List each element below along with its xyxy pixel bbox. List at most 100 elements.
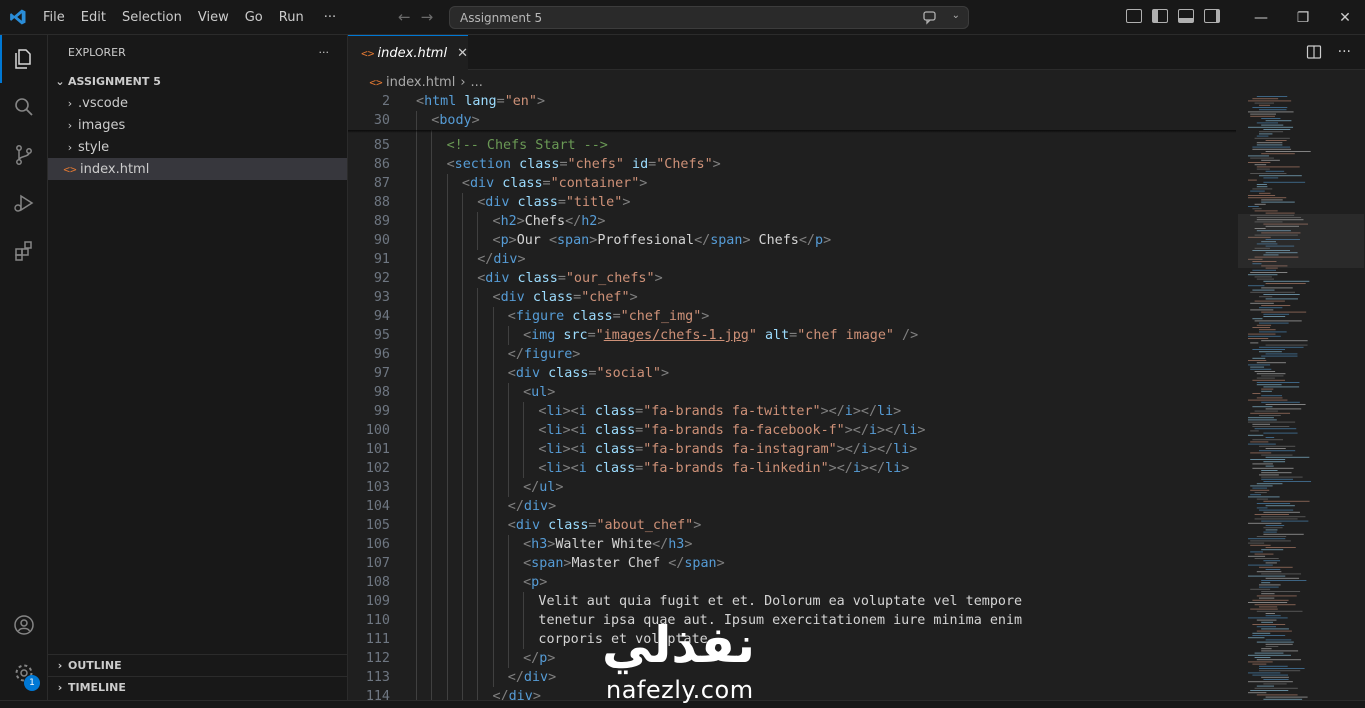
- code-line[interactable]: 30 <body>: [348, 111, 1236, 130]
- code-line[interactable]: 108 <p>: [348, 573, 1236, 592]
- menu-view[interactable]: View: [190, 0, 237, 35]
- tree-item-style[interactable]: › style: [48, 136, 347, 158]
- menu-more[interactable]: ···: [316, 0, 344, 35]
- indent-guide: [431, 611, 433, 630]
- tree-item-index-html[interactable]: <> index.html: [48, 158, 347, 180]
- minimap-line: [1250, 452, 1272, 454]
- code-line[interactable]: 96 </figure>: [348, 345, 1236, 364]
- code-line[interactable]: 90 <p>Our <span>Proffesional</span> Chefs…: [348, 231, 1236, 250]
- code-line[interactable]: 111 corporis et voluptate.: [348, 630, 1236, 649]
- minimap-line: [1252, 379, 1286, 381]
- minimap-line: [1259, 131, 1284, 133]
- extensions-icon[interactable]: [0, 227, 48, 275]
- timeline-section[interactable]: › TIMELINE: [48, 676, 348, 698]
- code-line[interactable]: 110 tenetur ipsa quae aut. Ipsum exercita…: [348, 611, 1236, 630]
- close-tab-icon[interactable]: ✕: [457, 46, 468, 61]
- code-line[interactable]: 97 <div class="social">: [348, 364, 1236, 383]
- menu-file[interactable]: File: [35, 0, 73, 35]
- indent-guide: [431, 193, 433, 212]
- code-line[interactable]: 101 <li><i class="fa-brands fa-instagram"…: [348, 440, 1236, 459]
- breadcrumb-rest[interactable]: ...: [471, 75, 483, 90]
- search-icon[interactable]: [0, 83, 48, 131]
- code-line[interactable]: 99 <li><i class="fa-brands fa-twitter"></…: [348, 402, 1236, 421]
- minimap-slider[interactable]: [1238, 214, 1364, 268]
- back-arrow-icon[interactable]: ←: [398, 8, 411, 26]
- code-line[interactable]: 98 <ul>: [348, 383, 1236, 402]
- minimap-line: [1259, 450, 1296, 452]
- tree-item-vscode[interactable]: › .vscode: [48, 92, 347, 114]
- minimap-line: [1265, 562, 1277, 564]
- code-editor[interactable]: 8485<!-- Chefs Start -->86<section class…: [348, 92, 1236, 708]
- more-actions-icon[interactable]: ···: [1338, 44, 1351, 64]
- copilot-chat-icon[interactable]: [922, 9, 938, 28]
- menu-edit[interactable]: Edit: [73, 0, 114, 35]
- indent-guide: [431, 573, 433, 592]
- tab-index-html[interactable]: <> index.html ✕: [348, 35, 468, 70]
- forward-arrow-icon[interactable]: →: [421, 8, 434, 26]
- accounts-icon[interactable]: [0, 601, 48, 649]
- indent-guide: [446, 478, 448, 497]
- code-line[interactable]: 95 <img src="images/chefs-1.jpg" alt="che…: [348, 326, 1236, 345]
- indent-guide: [446, 497, 448, 516]
- customize-layout-icon[interactable]: [1126, 9, 1142, 23]
- code-line[interactable]: 87 <div class="container">: [348, 174, 1236, 193]
- code-line[interactable]: 102 <li><i class="fa-brands fa-linkedin">…: [348, 459, 1236, 478]
- close-window-icon[interactable]: ✕: [1324, 0, 1365, 35]
- breadcrumb-file[interactable]: index.html: [386, 75, 455, 90]
- minimize-icon[interactable]: —: [1240, 0, 1282, 35]
- settings-gear-icon[interactable]: 1: [0, 649, 48, 697]
- code-line[interactable]: 91 </div>: [348, 250, 1236, 269]
- minimap-line: [1265, 283, 1306, 284]
- tree-item-images[interactable]: › images: [48, 114, 347, 136]
- split-editor-icon[interactable]: [1306, 44, 1322, 64]
- minimap-line: [1259, 322, 1289, 324]
- minimap-line: [1265, 151, 1311, 152]
- minimap-line: [1256, 184, 1267, 185]
- command-center-search[interactable]: Assignment 5 ⌄: [449, 6, 969, 29]
- code-line[interactable]: 100 <li><i class="fa-brands fa-facebook-f…: [348, 421, 1236, 440]
- code-line[interactable]: 85 <!-- Chefs Start -->: [348, 136, 1236, 155]
- outline-section[interactable]: › OUTLINE: [48, 654, 348, 676]
- code-line[interactable]: 112 </p>: [348, 649, 1236, 668]
- source-control-icon[interactable]: [0, 131, 48, 179]
- explorer-icon[interactable]: [0, 35, 48, 83]
- minimap-line: [1263, 294, 1300, 295]
- indent-guide: [507, 611, 509, 630]
- code-line[interactable]: 89 <h2>Chefs</h2>: [348, 212, 1236, 231]
- toggle-panel-icon[interactable]: [1178, 9, 1194, 23]
- minimap[interactable]: [1236, 92, 1365, 708]
- code-line[interactable]: 93 <div class="chef">: [348, 288, 1236, 307]
- toggle-primary-sidebar-icon[interactable]: [1152, 9, 1168, 23]
- code-line[interactable]: 113 </div>: [348, 668, 1236, 687]
- code-line[interactable]: 86 <section class="chefs" id="Chefs">: [348, 155, 1236, 174]
- code-line[interactable]: 103 </ul>: [348, 478, 1236, 497]
- window-controls: — ❐ ✕: [1240, 0, 1365, 35]
- code-line[interactable]: 104 </div>: [348, 497, 1236, 516]
- run-debug-icon[interactable]: [0, 179, 48, 227]
- menu-run[interactable]: Run: [271, 0, 312, 35]
- indent-guide: [507, 459, 509, 478]
- code-line[interactable]: 94 <figure class="chef_img">: [348, 307, 1236, 326]
- chevron-down-icon[interactable]: ⌄: [952, 10, 960, 21]
- watermark-arabic: نفذلي: [602, 616, 756, 674]
- code-line[interactable]: 106 <h3>Walter White</h3>: [348, 535, 1236, 554]
- explorer-more-icon[interactable]: ···: [319, 46, 330, 59]
- code-line[interactable]: 109 Velit aut quia fugit et et. Dolorum e…: [348, 592, 1236, 611]
- code-line[interactable]: 107 <span>Master Chef </span>: [348, 554, 1236, 573]
- folder-root[interactable]: ⌄ ASSIGNMENT 5: [48, 70, 347, 92]
- menu-go[interactable]: Go: [237, 0, 271, 35]
- indent-guide: [431, 212, 433, 231]
- minimap-line: [1252, 148, 1292, 150]
- restore-icon[interactable]: ❐: [1282, 0, 1324, 35]
- toggle-secondary-sidebar-icon[interactable]: [1204, 9, 1220, 23]
- code-line[interactable]: 88 <div class="title">: [348, 193, 1236, 212]
- minimap-line: [1254, 687, 1298, 689]
- indent-guide: [477, 649, 479, 668]
- minimap-line: [1252, 487, 1268, 489]
- code-line[interactable]: 92 <div class="our_chefs">: [348, 269, 1236, 288]
- code-text: <li><i class="fa-brands fa-twitter"></i>…: [538, 404, 902, 419]
- command-center-label: Assignment 5: [460, 10, 543, 25]
- code-line[interactable]: 105 <div class="about_chef">: [348, 516, 1236, 535]
- code-line[interactable]: 2 <html lang="en">: [348, 92, 1236, 111]
- menu-selection[interactable]: Selection: [114, 0, 190, 35]
